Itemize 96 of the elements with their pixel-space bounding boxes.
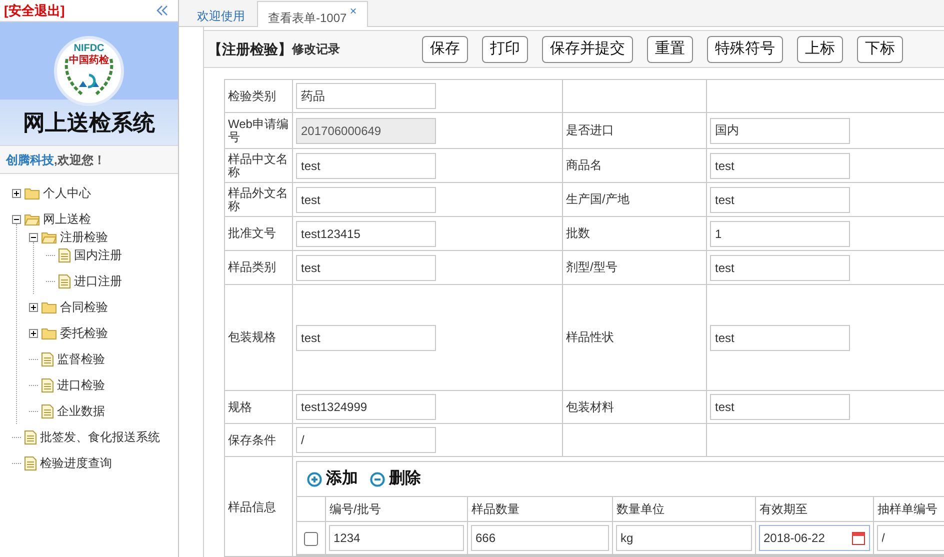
column-header: 编号/批号 bbox=[330, 502, 381, 516]
field-label: 包装材料 bbox=[566, 400, 614, 414]
field-label: 剂型/型号 bbox=[566, 260, 618, 274]
logout-link[interactable]: [安全退出] bbox=[4, 0, 65, 20]
form-subtitle: 修改记录 bbox=[292, 41, 340, 58]
field-label: 样品信息 bbox=[228, 500, 276, 514]
toolbar-button[interactable]: 特殊符号 bbox=[707, 36, 783, 62]
text-field[interactable]: test bbox=[710, 254, 850, 280]
minus-circle-icon bbox=[370, 472, 385, 486]
tree-item[interactable]: 监督检验 bbox=[57, 350, 105, 368]
text-field[interactable]: test bbox=[710, 152, 850, 178]
field-label: 检验类别 bbox=[228, 88, 276, 102]
calendar-icon[interactable] bbox=[852, 531, 864, 545]
tree-item[interactable]: 企业数据 bbox=[57, 402, 105, 420]
system-title: 网上送检系统 bbox=[23, 112, 155, 134]
text-field[interactable]: test bbox=[296, 186, 436, 212]
collapse-icon[interactable] bbox=[29, 232, 38, 242]
text-field[interactable]: test123415 bbox=[296, 220, 436, 246]
tree-item[interactable]: 注册检验 bbox=[60, 228, 108, 246]
tree-item[interactable]: 国内注册 bbox=[74, 246, 122, 264]
toolbar-button[interactable]: 上标 bbox=[797, 36, 843, 62]
tab[interactable]: 查看表单-1007 × bbox=[257, 1, 368, 27]
folder-icon bbox=[41, 300, 57, 314]
open-folder-icon bbox=[41, 230, 57, 244]
field-label: Web申请编号 bbox=[228, 116, 288, 144]
text-field[interactable]: test bbox=[296, 254, 436, 280]
toolbar-button[interactable]: 保存并提交 bbox=[542, 36, 633, 62]
document-icon bbox=[58, 274, 71, 288]
text-field[interactable]: test bbox=[710, 394, 850, 420]
logo-acronym: NIFDC bbox=[74, 44, 104, 54]
company-name: 创腾科技 bbox=[6, 152, 54, 168]
field-label: 生产国/产地 bbox=[566, 192, 630, 206]
add-button[interactable]: 添加 bbox=[307, 467, 358, 491]
field-label: 样品中文名称 bbox=[228, 152, 288, 178]
plus-circle-icon bbox=[307, 472, 322, 486]
text-field[interactable]: / bbox=[876, 525, 944, 551]
text-field[interactable]: test bbox=[296, 152, 436, 178]
close-tab-glyph[interactable]: × bbox=[350, 5, 357, 17]
tree-item[interactable]: 个人中心 bbox=[43, 184, 91, 202]
delete-button[interactable]: 删除 bbox=[370, 467, 421, 491]
text-field[interactable]: test bbox=[296, 324, 436, 350]
toolbar-button[interactable]: 打印 bbox=[482, 36, 528, 62]
tree-item[interactable]: 合同检验 bbox=[60, 298, 108, 316]
document-icon bbox=[41, 404, 54, 418]
expand-icon[interactable] bbox=[29, 302, 38, 312]
text-field[interactable]: test bbox=[710, 324, 850, 350]
tree-item[interactable]: 批签发、食化报送系统 bbox=[40, 428, 160, 446]
document-icon bbox=[41, 352, 54, 366]
tab[interactable]: 欢迎使用 bbox=[187, 0, 255, 26]
field-label: 批数 bbox=[566, 226, 590, 240]
field-label: 商品名 bbox=[566, 158, 602, 172]
tree-item[interactable]: 进口检验 bbox=[57, 376, 105, 394]
toolbar-button[interactable]: 下标 bbox=[857, 36, 903, 62]
field-label: 是否进口 bbox=[566, 123, 614, 137]
text-field[interactable]: 1 bbox=[710, 220, 850, 246]
welcome-text: ,欢迎您！ bbox=[54, 152, 106, 168]
text-field[interactable]: test1324999 bbox=[296, 394, 436, 420]
date-field[interactable]: 2018-06-22 bbox=[758, 525, 870, 551]
document-icon bbox=[41, 378, 54, 392]
document-icon bbox=[58, 248, 71, 262]
text-field[interactable]: kg bbox=[616, 525, 752, 551]
field-label: 规格 bbox=[228, 400, 252, 414]
collapse-sidebar-icon[interactable] bbox=[156, 5, 168, 16]
column-header: 有效期至 bbox=[760, 502, 808, 516]
row-checkbox[interactable] bbox=[304, 532, 318, 546]
toolbar-button[interactable]: 保存 bbox=[422, 36, 468, 62]
text-field[interactable]: 1234 bbox=[328, 525, 464, 551]
tree-item[interactable]: 检验进度查询 bbox=[40, 454, 112, 472]
text-field[interactable]: / bbox=[296, 427, 436, 453]
field-label: 包装规格 bbox=[228, 330, 276, 344]
field-label: 样品性状 bbox=[566, 330, 614, 344]
tree-item[interactable]: 委托检验 bbox=[60, 324, 108, 342]
expand-icon[interactable] bbox=[29, 328, 38, 338]
logo-name: 中国药检 bbox=[69, 56, 109, 66]
field-label: 样品外文名称 bbox=[228, 186, 288, 212]
text-field[interactable]: test bbox=[710, 186, 850, 212]
open-folder-icon bbox=[24, 212, 40, 226]
document-icon bbox=[24, 456, 37, 470]
collapse-icon[interactable] bbox=[12, 214, 21, 224]
field-label: 批准文号 bbox=[228, 226, 276, 240]
tree-item[interactable]: 网上送检 bbox=[43, 210, 91, 228]
text-field[interactable]: 药品 bbox=[296, 83, 436, 109]
toolbar-button[interactable]: 重置 bbox=[647, 36, 693, 62]
field-label: 保存条件 bbox=[228, 432, 276, 446]
folder-icon bbox=[24, 186, 40, 200]
text-field[interactable]: 666 bbox=[470, 525, 608, 551]
text-field[interactable]: 国内 bbox=[710, 118, 850, 144]
column-header: 样品数量 bbox=[472, 502, 520, 516]
column-header: 抽样单编号 bbox=[878, 502, 938, 516]
document-icon bbox=[24, 430, 37, 444]
folder-icon bbox=[41, 326, 57, 340]
field-label: 样品类别 bbox=[228, 260, 276, 274]
column-header: 数量单位 bbox=[616, 502, 664, 516]
tree-item[interactable]: 进口注册 bbox=[74, 272, 122, 290]
expand-icon[interactable] bbox=[12, 188, 21, 198]
form-title: 【注册检验】 bbox=[208, 40, 292, 58]
